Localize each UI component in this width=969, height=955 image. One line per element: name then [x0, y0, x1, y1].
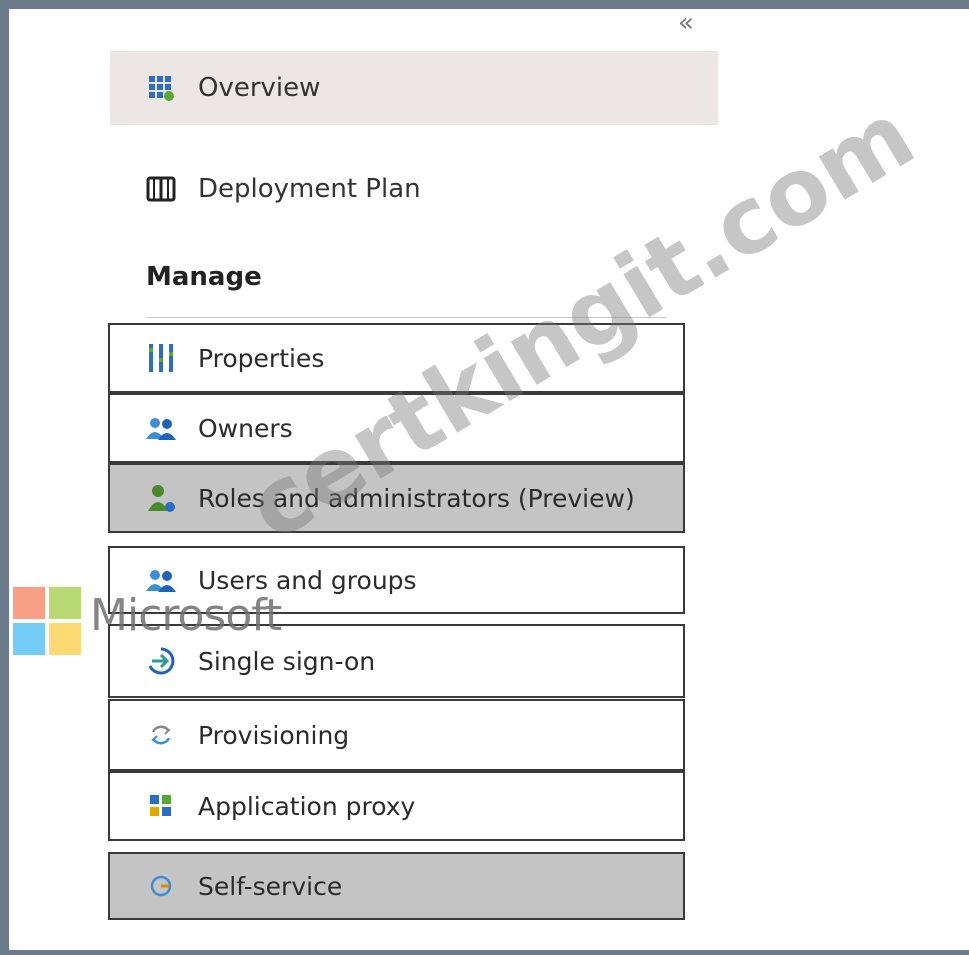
nav-item-label: Single sign-on: [198, 646, 376, 676]
section-divider: [146, 317, 666, 318]
nav-item-self-service[interactable]: Self-service: [108, 852, 685, 920]
section-title-manage: Manage: [146, 262, 262, 292]
nav-item-label: Properties: [198, 343, 325, 373]
microsoft-wordmark: Microsoft: [90, 590, 282, 641]
nav-item-label: Deployment Plan: [198, 174, 421, 204]
book-icon: [144, 172, 178, 206]
microsoft-logo-icon: [13, 587, 81, 655]
nav-item-roles-and-administrators[interactable]: Roles and administrators (Preview): [108, 463, 685, 533]
user-roles-icon: [144, 481, 178, 515]
nav-item-overview[interactable]: Overview: [110, 51, 718, 125]
nav-item-provisioning[interactable]: Provisioning: [108, 699, 685, 771]
nav-item-label: Application proxy: [198, 791, 416, 821]
nav-item-label: Provisioning: [198, 720, 350, 750]
nav-item-label: Owners: [198, 413, 293, 443]
people-icon: [144, 411, 178, 445]
nav-item-application-proxy[interactable]: Application proxy: [108, 771, 685, 841]
nav-item-label: Self-service: [198, 871, 343, 901]
nav-item-owners[interactable]: Owners: [108, 393, 685, 463]
overview-grid-icon: [144, 71, 178, 105]
sign-in-arrow-icon: [144, 644, 178, 678]
self-service-icon: [144, 869, 178, 903]
app-proxy-icon: [144, 789, 178, 823]
nav-item-properties[interactable]: Properties: [108, 323, 685, 393]
nav-item-label: Overview: [198, 73, 321, 103]
nav-item-label: Roles and administrators (Preview): [198, 483, 635, 513]
properties-bars-icon: [144, 341, 178, 375]
sync-icon: [144, 718, 178, 752]
nav-item-deployment-plan[interactable]: Deployment Plan: [110, 152, 718, 226]
collapse-sidebar-icon[interactable]: «: [678, 10, 694, 36]
